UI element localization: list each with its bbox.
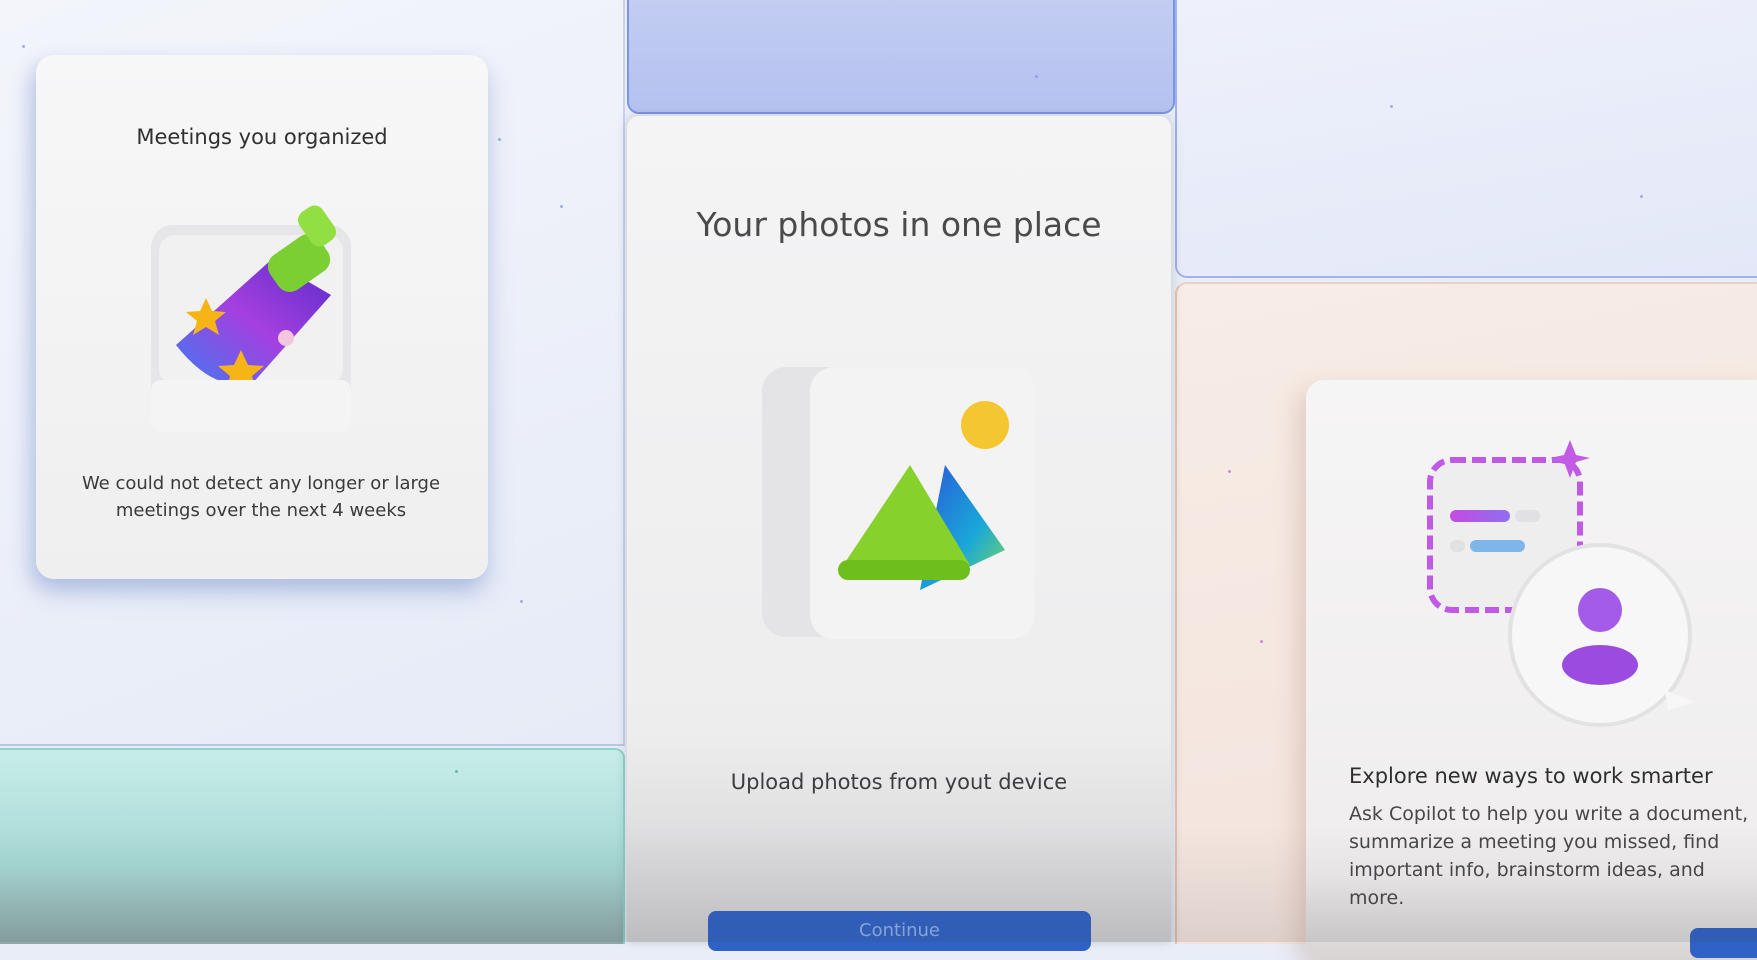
copilot-chat-icon (1427, 440, 1695, 727)
decor-speck (1390, 105, 1393, 108)
copilot-card-heading: Explore new ways to work smarter (1349, 764, 1713, 788)
decor-speck (498, 138, 501, 141)
decor-speck (1228, 470, 1231, 473)
flashlight-icon (151, 205, 351, 432)
decor-speck (1640, 195, 1643, 198)
decor-speck (22, 45, 25, 48)
meetings-card-description: We could not detect any longer or large … (81, 473, 441, 521)
image-gallery-icon (762, 367, 1035, 639)
decor-speck (560, 205, 563, 208)
photos-card-subtitle: Upload photos from yout device (730, 770, 1068, 794)
decor-speck (455, 770, 458, 773)
background-tile-teal (0, 748, 625, 944)
decor-speck (520, 600, 523, 603)
copilot-next-button[interactable] (1690, 928, 1757, 958)
meetings-card-title: Meetings you organized (136, 125, 388, 149)
background-tile-lavender (1175, 0, 1757, 278)
background-tile-blue (627, 0, 1175, 114)
photos-card-title: Your photos in one place (696, 205, 1102, 244)
continue-button[interactable]: Continue (708, 911, 1091, 951)
copilot-card-body: Ask Copilot to help you write a document… (1349, 803, 1749, 909)
decor-speck (1260, 640, 1263, 643)
meetings-card[interactable]: Meetings you organized We could not dete… (36, 55, 488, 579)
decor-speck (1035, 75, 1038, 78)
